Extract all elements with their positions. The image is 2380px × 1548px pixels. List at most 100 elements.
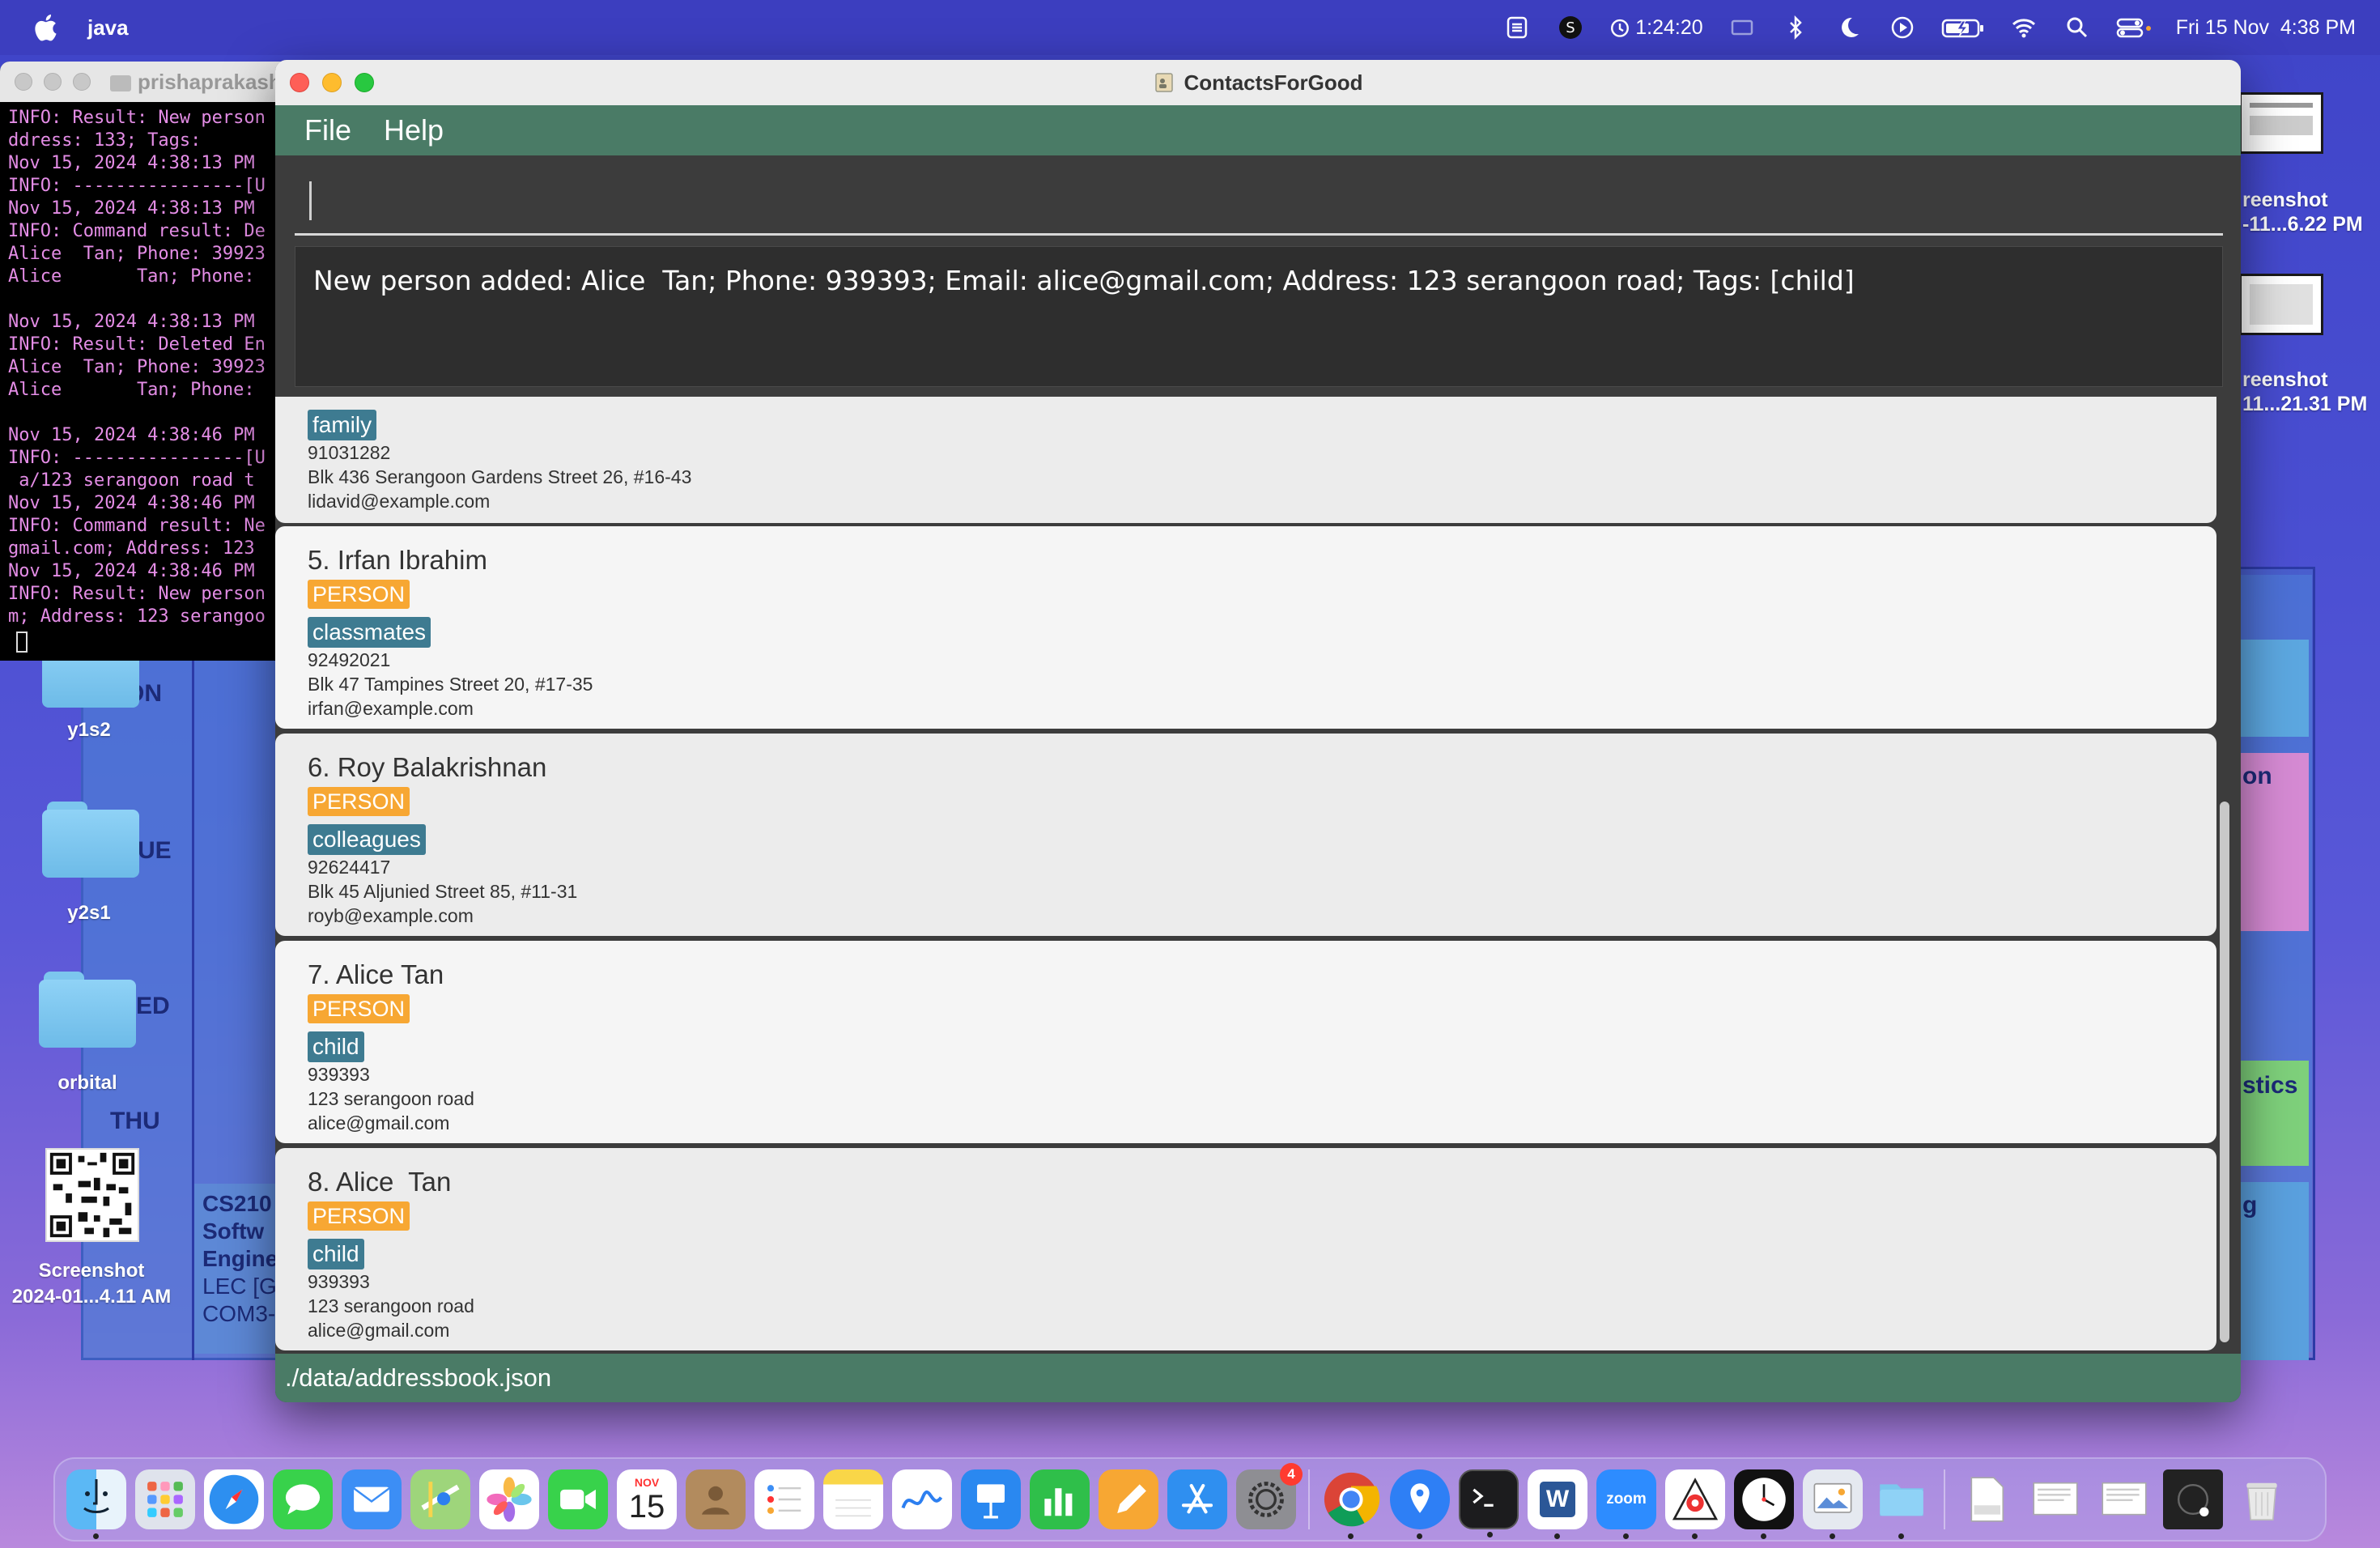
finder-icon[interactable] <box>66 1469 126 1539</box>
window-title: ContactsForGood <box>1154 70 1363 96</box>
qr-code-icon <box>47 1150 138 1240</box>
folder-label-y1s2[interactable]: y1s2 <box>49 719 130 742</box>
person-card[interactable]: 5. Irfan Ibrahim PERSON classmates 92492… <box>275 526 2216 729</box>
screenshot-label-line: reenshot <box>2242 189 2328 211</box>
mail-icon[interactable] <box>342 1469 402 1529</box>
person-card[interactable]: 8. Alice Tan PERSON child 939393 123 ser… <box>275 1148 2216 1350</box>
screenshot-label[interactable]: reenshot 11...21.31 PM <box>2242 368 2367 416</box>
list-scrollbar[interactable] <box>2220 802 2229 1342</box>
clock-icon[interactable] <box>1734 1469 1794 1539</box>
facetime-icon[interactable] <box>548 1469 608 1529</box>
terminal-line: INFO: ----------------[U <box>8 448 266 468</box>
terminal-line: Alice Tan; Phone: <box>8 266 255 287</box>
screenshot-label[interactable]: reenshot -11...6.22 PM <box>2242 188 2363 236</box>
minimize-window-icon[interactable] <box>322 73 342 92</box>
menu-help[interactable]: Help <box>384 113 444 147</box>
person-card[interactable]: 6. Roy Balakrishnan PERSON colleagues 92… <box>275 734 2216 936</box>
maps-icon[interactable] <box>410 1469 470 1529</box>
tag-label: colleagues <box>308 824 426 855</box>
screenshot-thumbnail[interactable] <box>2239 92 2323 154</box>
maximize-window-icon[interactable] <box>355 73 374 92</box>
word-icon[interactable]: W <box>1528 1469 1587 1539</box>
skype-icon[interactable]: S <box>1556 15 1585 40</box>
window-titlebar[interactable]: ContactsForGood <box>275 60 2241 105</box>
person-card[interactable]: 7. Alice Tan PERSON child 939393 123 ser… <box>275 941 2216 1143</box>
person-list-panel[interactable]: family 91031282 Blk 436 Serangoon Garden… <box>275 397 2216 1350</box>
person-name: 6. Roy Balakrishnan <box>308 752 547 782</box>
contacts-app-window: ContactsForGood File Help New person add… <box>275 60 2241 1402</box>
numbers-icon[interactable] <box>1030 1469 1090 1529</box>
terminal-icon[interactable] <box>1459 1469 1519 1537</box>
folder-icon[interactable] <box>39 972 136 1048</box>
system-settings-icon[interactable]: 4 <box>1236 1463 1303 1529</box>
trash-icon[interactable] <box>2232 1469 2292 1529</box>
timer-icon <box>1609 17 1630 38</box>
terminal-window[interactable]: prishaprakash INFO: Result: New person dd… <box>0 62 283 661</box>
wifi-icon[interactable] <box>2009 15 2038 40</box>
terminal-titlebar[interactable]: prishaprakash <box>0 62 283 102</box>
close-icon[interactable] <box>15 73 32 91</box>
zoom-label: zoom <box>1606 1491 1647 1508</box>
folder-icon[interactable] <box>42 802 139 878</box>
battery-icon[interactable] <box>1941 15 1985 40</box>
terminal-line: gmail.com; Address: 123 <box>8 538 255 559</box>
keynote-icon[interactable] <box>961 1469 1021 1529</box>
display-icon[interactable] <box>1728 15 1757 40</box>
vpn-app-icon[interactable] <box>1390 1469 1450 1539</box>
safari-icon[interactable] <box>204 1469 264 1529</box>
chrome-icon[interactable] <box>1321 1469 1381 1539</box>
minimize-icon[interactable] <box>44 73 62 91</box>
launchpad-icon[interactable] <box>135 1469 195 1529</box>
photos-icon[interactable] <box>479 1469 539 1529</box>
contacts-icon[interactable] <box>686 1469 746 1529</box>
messages-icon[interactable] <box>273 1469 333 1529</box>
vpn-icon[interactable] <box>1502 15 1532 40</box>
moon-icon[interactable] <box>1834 15 1864 40</box>
control-center-icon[interactable] <box>2116 15 2152 40</box>
person-card-partial[interactable]: family 91031282 Blk 436 Serangoon Garden… <box>275 397 2216 523</box>
notes-icon[interactable] <box>823 1469 883 1529</box>
calendar-icon[interactable]: NOV 15 <box>617 1469 677 1529</box>
menu-file[interactable]: File <box>304 113 351 147</box>
window-title-text: ContactsForGood <box>1184 70 1363 95</box>
bluetooth-icon[interactable] <box>1781 15 1810 40</box>
course-line: COM3- <box>202 1301 276 1326</box>
clock-datetime[interactable]: Fri 15 Nov 4:38 PM <box>2176 16 2356 40</box>
qr-code-thumbnail[interactable] <box>45 1148 139 1242</box>
result-text: New person added: Alice Tan; Phone: 9393… <box>313 265 1855 296</box>
document-file-icon[interactable] <box>2094 1469 2154 1529</box>
png-file-icon[interactable] <box>1957 1469 2017 1529</box>
pages-icon[interactable] <box>1099 1469 1158 1529</box>
tag-label: family <box>308 410 377 440</box>
zoom-icon[interactable] <box>73 73 91 91</box>
active-app-name[interactable]: java <box>87 15 129 40</box>
search-icon[interactable] <box>2063 15 2092 40</box>
screenshot-file-icon[interactable] <box>2163 1469 2223 1529</box>
terminal-line: m; Address: 123 serangoo <box>8 606 266 627</box>
freeform-icon[interactable] <box>892 1469 952 1529</box>
preview-icon[interactable] <box>1803 1469 1863 1539</box>
person-type-badge: PERSON <box>308 787 410 816</box>
timer[interactable]: 1:24:20 <box>1609 16 1703 40</box>
play-icon[interactable] <box>1888 15 1917 40</box>
email-text: irfan@example.com <box>308 698 474 719</box>
terminal-line: INFO: Command result: De <box>8 221 266 241</box>
zoom-icon[interactable]: zoom <box>1596 1469 1656 1539</box>
terminal-line: Nov 15, 2024 4:38:13 PM <box>8 198 255 219</box>
folder-icon[interactable] <box>1872 1469 1932 1539</box>
dock: NOV 15 4 W zoom <box>53 1457 2327 1542</box>
screenshot-thumbnail[interactable] <box>2239 274 2323 335</box>
folder-label-orbital[interactable]: orbital <box>39 1072 136 1095</box>
course-line: LEC [G <box>202 1274 277 1299</box>
course-code: CS210 <box>202 1191 272 1216</box>
close-window-icon[interactable] <box>290 73 309 92</box>
app-store-icon[interactable] <box>1167 1469 1227 1529</box>
java-icon[interactable] <box>1665 1469 1725 1539</box>
qr-screenshot-label[interactable]: Screenshot 2024-01...4.11 AM <box>0 1258 183 1310</box>
apple-icon[interactable] <box>31 12 58 43</box>
command-box[interactable] <box>275 155 2241 240</box>
document-file-icon[interactable] <box>2025 1469 2085 1529</box>
command-input[interactable] <box>295 162 2223 225</box>
folder-label-y2s1[interactable]: y2s1 <box>49 902 130 925</box>
reminders-icon[interactable] <box>754 1469 814 1529</box>
